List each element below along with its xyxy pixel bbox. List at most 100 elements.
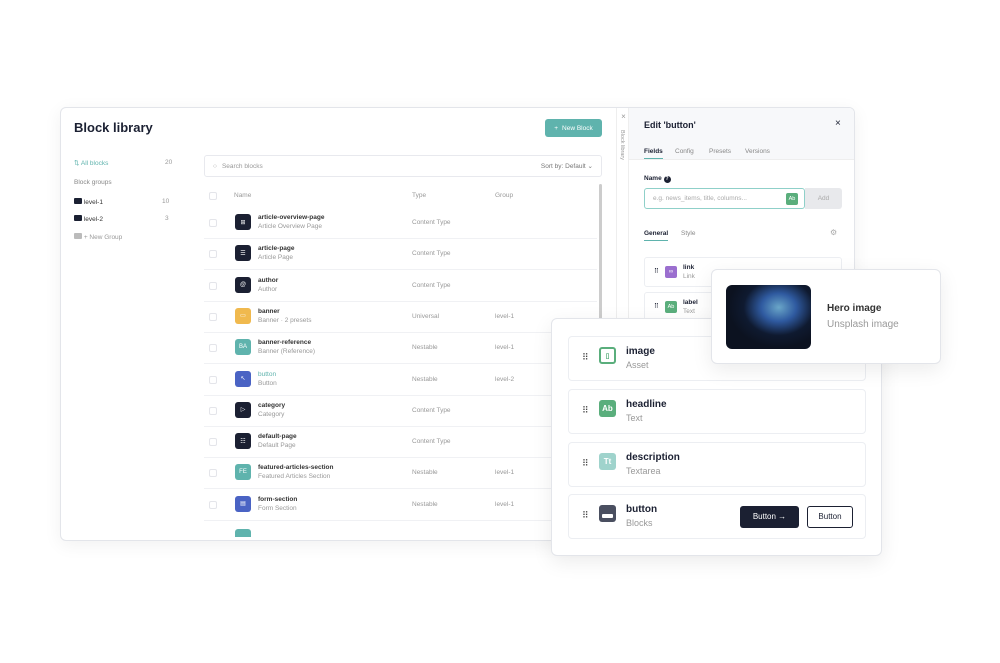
field-row-headline[interactable]: ⠿ Ab headline Text [568,389,866,434]
new-block-button[interactable]: + New Block [545,119,602,137]
drag-handle-icon: ⠿ [654,268,659,275]
block-name[interactable]: category [258,402,285,409]
row-checkbox[interactable] [209,281,217,290]
row-checkbox[interactable] [209,312,217,321]
drag-handle-icon: ⠿ [654,303,659,310]
at-icon: @ [235,276,251,293]
close-icon: × [619,112,628,121]
folder-icon [74,198,82,204]
block-name[interactable]: featured-articles-section [258,464,334,471]
tab-versions[interactable]: Versions [745,148,770,155]
tab-presets[interactable]: Presets [709,148,731,155]
row-checkbox[interactable] [209,344,217,353]
table-row[interactable]: ⊞ article-overview-page Article Overview… [204,208,597,239]
tab-style[interactable]: Style [681,230,695,237]
layout-icon: ⊞ [235,214,251,230]
help-icon: ? [663,176,671,183]
column-header-type[interactable]: Type [412,192,426,199]
column-header-group[interactable]: Group [495,192,513,199]
drag-handle-icon: ⠿ [582,405,589,415]
hero-thumbnail [726,285,811,349]
table-row[interactable]: ↖ button Button Nestable level-2 [204,365,597,396]
row-checkbox[interactable] [209,406,217,415]
row-checkbox[interactable] [209,375,217,384]
sidebar-item-all-blocks[interactable]: ⇅ All blocks [74,159,108,167]
new-group-button[interactable]: + New Group [74,233,122,241]
blocks-icon [599,505,616,522]
group-count: 10 [162,198,170,205]
table-row[interactable]: ▭ banner Banner · 2 presets Universal le… [204,302,597,333]
sort-dropdown[interactable]: Sort by: Default ⌄ [541,162,593,170]
field-row-description[interactable]: ⠿ Tt description Textarea [568,442,866,487]
block-name[interactable]: article-overview-page [258,214,324,221]
block-icon [235,529,251,537]
type-selector[interactable]: Ab [786,193,798,205]
form-icon: ▤ [235,495,251,512]
group-count: 3 [165,215,169,222]
block-display-name: Category [258,410,285,418]
drag-handle-icon: ⠿ [582,458,589,468]
block-display-name: Button [258,379,277,387]
column-header-name[interactable]: Name [234,192,251,199]
block-name[interactable]: form-section [258,496,297,503]
block-name[interactable]: article-page [258,245,295,252]
search-input[interactable]: ○ Search blocks Sort by: Default ⌄ [204,155,602,177]
row-checkbox[interactable] [209,469,217,478]
sidebar-item-level-1[interactable]: level-1 [74,198,103,206]
banner-icon: ▭ [235,307,251,324]
hero-subtitle: Unsplash image [827,319,899,330]
block-display-name: Featured Articles Section [258,473,331,481]
add-button[interactable]: Add [805,188,842,209]
block-name[interactable]: default-page [258,433,297,440]
image-icon: ▯ [599,347,616,364]
block-display-name: Banner (Reference) [258,348,316,356]
block-name[interactable]: banner-reference [258,339,311,346]
row-checkbox[interactable] [209,219,217,227]
tag-icon: ▷ [235,401,251,418]
search-icon: ○ [213,162,217,170]
tab-config[interactable]: Config [675,148,694,155]
hero-image-card[interactable]: Hero image Unsplash image [711,269,941,364]
row-checkbox[interactable] [209,438,217,447]
block-display-name: Banner · 2 presets [258,316,312,324]
article-icon: ☰ [235,245,251,262]
block-name[interactable]: banner [258,308,280,315]
hero-title: Hero image [827,303,882,314]
folder-icon [74,215,82,221]
text-icon: Ab [665,301,677,313]
block-type: Nestable [412,375,438,383]
sidebar-item-level-2[interactable]: level-2 [74,215,103,223]
block-display-name: Article Page [258,254,294,262]
table-row[interactable]: BA banner-reference Banner (Reference) N… [204,333,597,365]
row-checkbox[interactable] [209,250,217,259]
table-row[interactable]: @ author Author Content Type [204,271,597,302]
text-icon: Ab [599,400,616,417]
close-icon[interactable]: × [835,118,841,129]
textarea-icon: Tt [599,453,616,470]
tab-general[interactable]: General [644,230,669,241]
table-row[interactable]: FE featured-articles-section Featured Ar… [204,458,597,490]
table-row[interactable]: ▷ category Category Content Type [204,396,597,427]
block-type: Content Type [412,250,451,258]
gear-icon[interactable]: ⚙ [830,228,837,237]
primary-button-preview[interactable]: Button → [740,506,799,528]
row-checkbox[interactable] [209,500,217,509]
initials-icon: FE [235,464,251,481]
tab-fields[interactable]: Fields [644,148,663,159]
name-input[interactable]: e.g. news_items, title, columns... Ab [644,188,805,209]
secondary-button-preview[interactable]: Button [807,506,853,528]
block-type: Content Type [412,406,451,414]
select-all-checkbox[interactable] [209,192,217,200]
block-display-name: Form Section [258,504,297,512]
field-row-button[interactable]: ⠿ button Blocks Button → Button [568,494,866,539]
all-blocks-count: 20 [165,159,173,166]
block-type: Nestable [412,344,438,352]
table-row[interactable]: ☷ default-page Default Page Content Type [204,427,597,459]
table-row[interactable]: ▤ form-section Form Section Nestable lev… [204,490,597,521]
block-name[interactable]: button [258,371,276,378]
block-name[interactable]: author [258,277,278,284]
name-label: Name ? [644,175,671,183]
block-type: Content Type [412,219,451,226]
block-display-name: Author [258,285,278,293]
table-row[interactable]: ☰ article-page Article Page Content Type [204,239,597,271]
